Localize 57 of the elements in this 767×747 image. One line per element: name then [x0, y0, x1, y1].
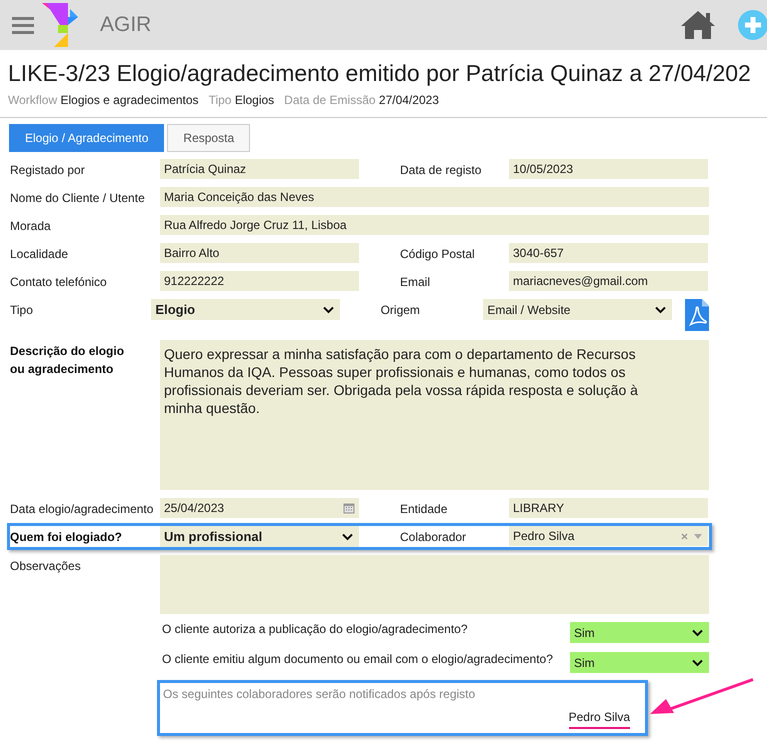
yes-no-select[interactable]: Sim: [570, 652, 709, 673]
field-label: Data de registo: [400, 162, 482, 179]
notification-hint: Os seguintes colaboradores serão notificados após registo: [163, 686, 476, 703]
field-label: Registado por: [10, 162, 86, 179]
tab[interactable]: Resposta: [167, 124, 250, 152]
field-label: Tipo: [10, 302, 34, 319]
tab[interactable]: Elogio / Agradecimento: [9, 124, 164, 152]
input-field[interactable]: Bairro Alto: [160, 243, 359, 263]
chevron-down-icon: [342, 532, 353, 540]
pdf-icon[interactable]: [684, 298, 710, 332]
input-field[interactable]: 3040-657: [509, 243, 708, 263]
menu-icon[interactable]: [12, 16, 34, 34]
description-field[interactable]: Quero expressar a minha satisfação para com o departamento de Recursos Humanos da IQA. Pessoas super profissionais e humanas, como todos os profissionais deveriam ser. Obrigada pela vossa rápida resposta e solução à minha questão.: [160, 340, 709, 490]
input-field[interactable]: Patrícia Quinaz: [160, 159, 359, 179]
field-label: Email: [400, 274, 432, 291]
app-name: AGIR: [100, 12, 152, 38]
field-label: Quem foi elogiado?: [10, 529, 124, 546]
field-label: Morada: [10, 218, 52, 235]
select-field[interactable]: Email / Website: [483, 299, 672, 320]
input-field[interactable]: mariacneves@gmail.com: [509, 271, 708, 291]
input-field[interactable]: Maria Conceição das Neves: [160, 187, 709, 207]
select-field[interactable]: Um profissional: [160, 526, 359, 547]
input-field[interactable]: 912222222: [160, 271, 359, 291]
meta-item: Tipo Elogios: [208, 92, 274, 109]
field-label: Descrição do elogio ou agradecimento: [10, 343, 126, 378]
chevron-down-icon: [692, 628, 703, 636]
field-label: Colaborador: [400, 529, 468, 546]
dropdown-arrow-icon[interactable]: [694, 534, 702, 538]
question-label: O cliente emitiu algum documento ou email com o elogio/agradecimento?: [162, 651, 553, 668]
notes-field[interactable]: [160, 555, 709, 614]
field-label: Observações: [10, 558, 82, 575]
meta-item: Workflow Elogios e agradecimentos: [8, 92, 199, 109]
yes-no-select[interactable]: Sim: [570, 622, 709, 643]
chevron-down-icon: [654, 306, 666, 314]
calendar-icon: [343, 502, 355, 514]
date-field[interactable]: 25/04/2023: [160, 498, 359, 518]
page-title: LIKE-3/23 Elogio/agradecimento emitido por Patrícia Quinaz a 27/04/202: [8, 59, 752, 88]
input-field[interactable]: 10/05/2023: [509, 159, 708, 179]
field-label: Nome do Cliente / Utente: [10, 190, 146, 207]
question-label: O cliente autoriza a publicação do elogio/agradecimento?: [162, 621, 468, 638]
field-label: Código Postal: [400, 246, 476, 263]
meta-item: Data de Emissão 27/04/2023: [284, 92, 439, 109]
input-field[interactable]: LIBRARY: [509, 498, 708, 518]
collaborator-name: Pedro Silva: [568, 709, 630, 729]
home-icon[interactable]: [680, 10, 716, 40]
clear-icon[interactable]: [681, 532, 688, 540]
field-label: Localidade: [10, 246, 70, 263]
chevron-down-icon: [692, 658, 703, 666]
combo-field[interactable]: Pedro Silva: [509, 526, 708, 546]
select-field[interactable]: Elogio: [151, 299, 340, 320]
field-label: Entidade: [400, 501, 448, 518]
chevron-down-icon: [322, 306, 334, 314]
field-label: Contato telefónico: [10, 274, 108, 291]
field-label: Origem: [380, 302, 421, 319]
input-field[interactable]: Rua Alfredo Jorge Cruz 11, Lisboa: [160, 215, 709, 235]
add-icon[interactable]: [738, 10, 767, 40]
field-label: Data elogio/agradecimento: [10, 501, 154, 518]
